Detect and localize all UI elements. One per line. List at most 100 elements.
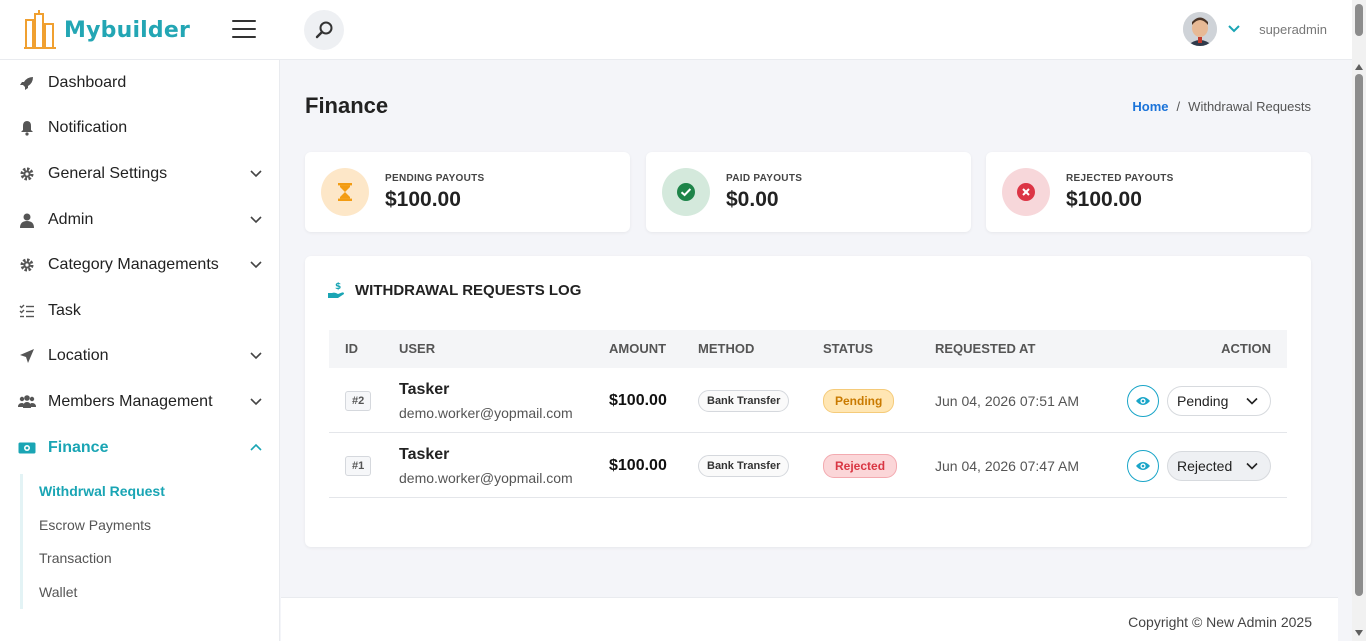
sidebar-item-label: Category Managements [48, 256, 219, 274]
money-icon [18, 439, 36, 457]
footer: Copyright © New Admin 2025 [281, 597, 1338, 641]
log-title: $ WITHDRAWAL REQUESTS LOG [327, 280, 581, 300]
stat-card-rejected: REJECTED PAYOUTS $100.00 [986, 152, 1311, 232]
chevron-down-icon [250, 398, 262, 406]
sidebar-item-admin[interactable]: Admin [0, 197, 279, 243]
sidebar-item-notification[interactable]: Notification [0, 106, 279, 152]
stat-value: $0.00 [726, 187, 779, 211]
chevron-down-icon [1246, 397, 1258, 405]
sidebar-item-members-management[interactable]: Members Management [0, 379, 279, 425]
logo-icon [24, 10, 56, 49]
status-badge: Rejected [823, 453, 898, 478]
avatar[interactable] [1183, 12, 1218, 46]
log-title-text: WITHDRAWAL REQUESTS LOG [355, 281, 582, 299]
stat-value: $100.00 [1066, 187, 1142, 211]
column-header-method: METHOD [698, 341, 755, 356]
search-button[interactable] [304, 10, 344, 50]
stat-label: REJECTED PAYOUTS [1066, 172, 1174, 184]
hand-dollar-icon: $ [328, 282, 344, 298]
gear-icon [18, 165, 36, 183]
logo-text: Mybuilder [64, 17, 191, 43]
breadcrumb: Home / Withdrawal Requests [1132, 99, 1311, 114]
row-amount: $100.00 [609, 456, 667, 474]
status-select[interactable]: Pending [1167, 385, 1271, 416]
sidebar-item-general-settings[interactable]: General Settings [0, 151, 279, 197]
scroll-up-arrow-icon[interactable] [1355, 64, 1363, 70]
sidebar-item-category-managements[interactable]: Category Managements [0, 242, 279, 288]
page-scrollbar[interactable] [1352, 0, 1366, 641]
sidebar: Dashboard Notification General Settings … [0, 60, 280, 641]
chevron-down-icon [250, 170, 262, 178]
status-select-value: Rejected [1177, 457, 1233, 474]
search-icon [315, 21, 333, 39]
withdrawal-log-card: $ WITHDRAWAL REQUESTS LOG ID USER AMOUNT… [305, 256, 1311, 547]
sidebar-item-task[interactable]: Task [0, 288, 279, 334]
main-content: Finance Home / Withdrawal Requests PENDI… [281, 60, 1338, 597]
sidebar-subitem-wallet[interactable]: Wallet [39, 575, 279, 609]
hourglass-icon [321, 168, 369, 216]
user-icon [18, 211, 36, 229]
chevron-down-icon[interactable] [1227, 24, 1241, 34]
sidebar-item-label: Members Management [48, 392, 213, 410]
sidebar-item-label: Admin [48, 210, 94, 228]
sidebar-item-finance[interactable]: Finance [0, 425, 279, 471]
breadcrumb-current: Withdrawal Requests [1188, 99, 1311, 114]
sidebar-item-label: Location [48, 347, 109, 365]
sidebar-item-location[interactable]: Location [0, 334, 279, 380]
location-arrow-icon [18, 347, 36, 365]
chevron-down-icon [250, 352, 262, 360]
table-row: #2 Tasker demo.worker@yopmail.com $100.0… [329, 368, 1287, 433]
bell-icon [18, 119, 36, 137]
row-user-name: Tasker [399, 380, 450, 398]
status-badge: Pending [823, 388, 895, 413]
finance-submenu: Withdrwal Request Escrow Payments Transa… [20, 474, 279, 609]
users-icon [18, 393, 36, 411]
row-id-badge: #1 [345, 455, 372, 476]
row-user-email: demo.worker@yopmail.com [399, 404, 573, 421]
stat-label: PENDING PAYOUTS [385, 172, 485, 184]
sidebar-subitem-withdrawal-request[interactable]: Withdrwal Request [39, 474, 279, 508]
scroll-down-arrow-icon[interactable] [1355, 630, 1363, 636]
scrollbar-top-thumb[interactable] [1355, 4, 1363, 36]
column-header-action: ACTION [1221, 341, 1271, 356]
scrollbar-thumb[interactable] [1355, 74, 1363, 596]
row-method-badge: Bank Transfer [698, 454, 790, 477]
breadcrumb-home-link[interactable]: Home [1132, 99, 1168, 114]
column-header-amount: AMOUNT [609, 341, 667, 356]
stat-label: PAID PAYOUTS [726, 172, 803, 184]
column-header-requested-at: REQUESTED AT [935, 341, 1036, 356]
sidebar-subitem-transaction[interactable]: Transaction [39, 542, 279, 576]
row-id-badge: #2 [345, 390, 372, 411]
username: superadmin [1259, 21, 1327, 37]
breadcrumb-separator: / [1176, 99, 1181, 114]
check-circle-icon [662, 168, 710, 216]
table-row: #1 Tasker demo.worker@yopmail.com $100.0… [329, 433, 1287, 498]
stat-value: $100.00 [385, 187, 461, 211]
row-user-email: demo.worker@yopmail.com [399, 469, 573, 486]
status-select[interactable]: Rejected [1167, 450, 1271, 481]
view-button[interactable] [1127, 449, 1159, 482]
sidebar-item-dashboard[interactable]: Dashboard [0, 60, 279, 106]
row-requested-at: Jun 04, 2026 07:47 AM [935, 457, 1079, 474]
chevron-down-icon [1246, 462, 1258, 470]
row-user-name: Tasker [399, 445, 450, 463]
row-amount: $100.00 [609, 391, 667, 409]
list-icon [18, 302, 36, 320]
top-header: Mybuilder superadmin [0, 0, 1352, 60]
status-select-value: Pending [1177, 392, 1229, 409]
sidebar-subitem-escrow-payments[interactable]: Escrow Payments [39, 508, 279, 542]
gear-icon [18, 256, 36, 274]
svg-text:$: $ [335, 282, 341, 292]
row-method-badge: Bank Transfer [698, 389, 790, 412]
user-menu[interactable]: superadmin [1183, 12, 1327, 46]
eye-icon [1136, 461, 1150, 470]
eye-icon [1136, 396, 1150, 405]
menu-toggle-icon[interactable] [232, 20, 256, 38]
view-button[interactable] [1127, 384, 1159, 417]
column-header-status: STATUS [823, 341, 874, 356]
sidebar-item-label: Notification [48, 119, 128, 137]
sidebar-item-label: Task [48, 301, 81, 319]
chevron-up-icon [250, 443, 262, 451]
chevron-down-icon [250, 216, 262, 223]
logo[interactable]: Mybuilder [22, 10, 190, 50]
